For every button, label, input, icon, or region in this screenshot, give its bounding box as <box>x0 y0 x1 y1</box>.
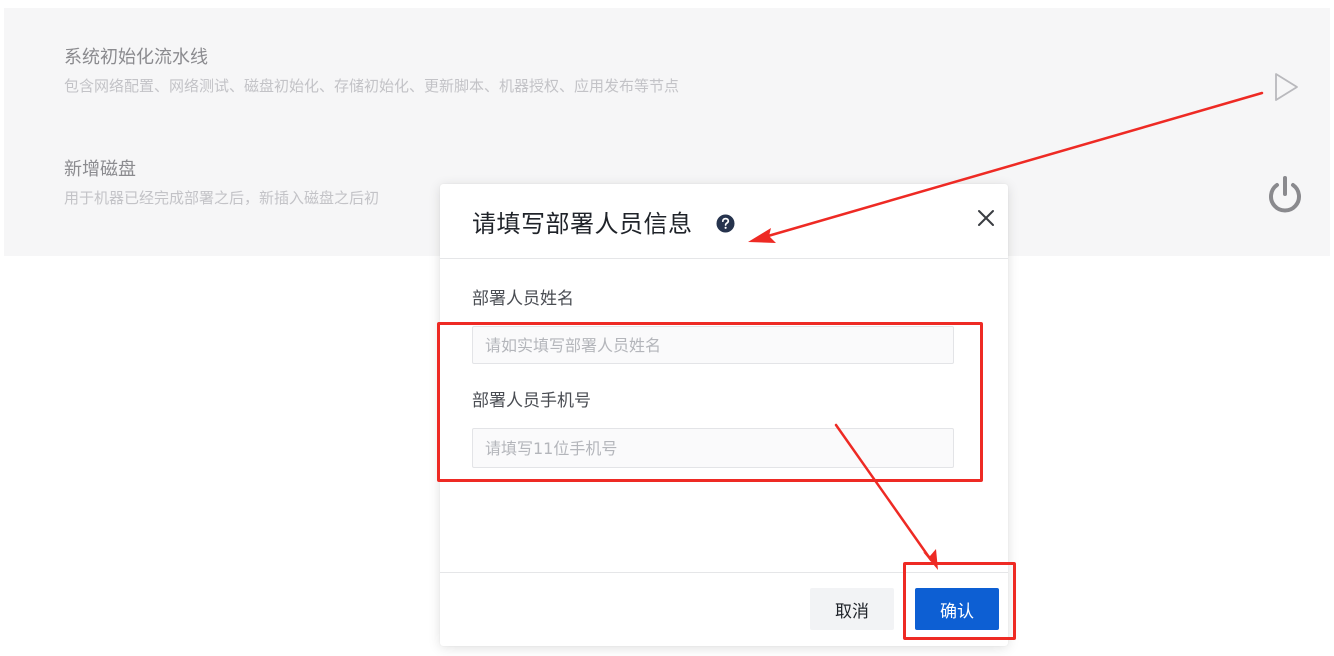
list-item[interactable]: 系统初始化流水线 包含网络配置、网络测试、磁盘初始化、存储初始化、更新脚本、机器… <box>64 46 1324 96</box>
item-title: 新增磁盘 <box>64 159 136 180</box>
power-icon[interactable] <box>1264 174 1306 216</box>
deployer-phone-input[interactable] <box>472 428 954 468</box>
name-field-label: 部署人员姓名 <box>472 289 574 309</box>
dialog-header: 请填写部署人员信息 <box>440 184 1008 259</box>
dialog-footer: 取消 确认 <box>440 572 1008 647</box>
question-circle-icon[interactable] <box>716 214 735 233</box>
item-title: 系统初始化流水线 <box>64 47 208 68</box>
deployer-name-input[interactable] <box>472 326 954 364</box>
cancel-button[interactable]: 取消 <box>810 588 894 630</box>
phone-field-label: 部署人员手机号 <box>472 391 591 411</box>
dialog-title: 请填写部署人员信息 <box>472 210 693 238</box>
play-icon[interactable] <box>1268 70 1302 104</box>
deployer-info-dialog: 请填写部署人员信息 部署人员姓名 部署人员手机号 取消 确认 <box>440 184 1008 646</box>
page: 系统初始化流水线 包含网络配置、网络测试、磁盘初始化、存储初始化、更新脚本、机器… <box>0 0 1334 656</box>
item-description: 包含网络配置、网络测试、磁盘初始化、存储初始化、更新脚本、机器授权、应用发布等节… <box>64 77 680 95</box>
confirm-button[interactable]: 确认 <box>915 588 999 630</box>
close-icon[interactable] <box>976 208 996 228</box>
